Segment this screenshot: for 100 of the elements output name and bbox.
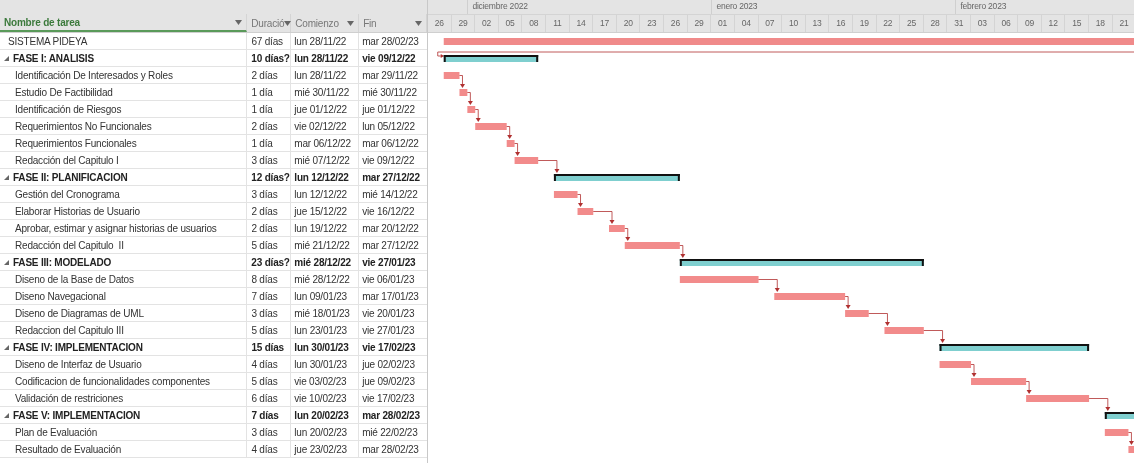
duration-cell-text: 8 días	[251, 272, 278, 287]
finish-date-cell-text: mié 30/11/22	[362, 85, 417, 100]
day-tick-label: 10	[788, 16, 798, 30]
link-arrow	[844, 296, 851, 309]
start-date-cell-text: lun 30/01/23	[294, 357, 347, 372]
start-date-cell-text: mar 06/12/22	[294, 136, 351, 151]
start-date-cell-text: vie 03/02/23	[294, 374, 347, 389]
task-name: FASE II: PLANIFICACION	[13, 170, 128, 185]
month-label: enero 2023	[716, 0, 758, 14]
day-tick-label: 06	[1001, 16, 1011, 30]
task-bar	[467, 106, 476, 113]
day-tick-label: 28	[930, 16, 940, 30]
day-tick-label: 25	[906, 16, 916, 30]
collapse-triangle-icon[interactable]	[4, 55, 9, 61]
start-date-cell-text: lun 28/11/22	[294, 51, 349, 66]
collapse-triangle-icon[interactable]	[4, 259, 9, 265]
duration-cell-text: 23 días?	[251, 255, 290, 270]
day-tick-label: 12	[1048, 16, 1058, 30]
duration-cell-text: 7 días	[251, 289, 278, 304]
link-arrow	[459, 75, 465, 88]
dropdown-caret-icon[interactable]	[415, 20, 422, 26]
task-bar	[443, 72, 460, 79]
collapse-triangle-icon[interactable]	[4, 412, 9, 418]
task-bar	[624, 242, 680, 249]
start-date-cell-text: lun 23/01/23	[294, 323, 347, 338]
collapse-triangle-icon[interactable]	[4, 174, 9, 180]
task-name: Plan de Evaluación	[15, 425, 97, 440]
duration-cell-text: 5 días	[251, 323, 278, 338]
column-header[interactable]: Comienzo	[291, 14, 360, 32]
task-bar	[845, 310, 869, 317]
task-name: Resultado de Evaluación	[15, 442, 122, 457]
day-tick-label: 03	[977, 16, 987, 30]
day-tick-label: 13	[812, 16, 822, 30]
finish-date-cell-text: mar 27/12/22	[362, 238, 419, 253]
start-date-cell-text: lun 28/11/22	[294, 34, 347, 49]
duration-cell-text: 4 días	[251, 357, 278, 372]
day-tick-label: 20	[623, 16, 633, 30]
finish-date-cell-text: vie 17/02/23	[362, 340, 416, 355]
link-arrow	[537, 160, 560, 173]
duration-cell-text: 2 días	[251, 204, 278, 219]
task-bar	[774, 293, 846, 300]
dropdown-caret-icon[interactable]	[347, 20, 355, 26]
day-tick-label: 17	[600, 16, 610, 30]
duration-cell-text: 3 días	[251, 306, 278, 321]
finish-date-cell-text: jue 01/12/22	[362, 102, 415, 117]
duration-cell-text: 2 días	[251, 119, 278, 134]
duration-cell-text: 1 día	[251, 85, 273, 100]
day-tick-label: 11	[553, 16, 562, 30]
duration-cell-text: 12 días?	[251, 170, 290, 185]
task-bar	[1104, 429, 1129, 436]
day-tick-label: 16	[836, 16, 846, 30]
start-date-cell-text: mié 30/11/22	[294, 85, 349, 100]
start-date-cell-text: lun 28/11/22	[294, 68, 347, 83]
finish-date-cell-text: vie 27/01/23	[362, 255, 416, 270]
finish-date-cell-text: mar 28/02/23	[362, 442, 419, 457]
day-tick-label: 08	[529, 16, 539, 30]
day-tick-label: 02	[482, 16, 492, 30]
finish-date-cell-text: vie 17/02/23	[362, 391, 415, 406]
column-header[interactable]: Nombre de tarea	[0, 14, 248, 32]
link-arrow	[679, 245, 686, 258]
duration-cell-text: 3 días	[251, 425, 278, 440]
link-arrow	[577, 194, 584, 207]
task-bar	[459, 89, 468, 96]
duration-cell-text: 15 días	[251, 340, 284, 355]
task-name: Elaborar Historias de Usuario	[15, 204, 140, 219]
task-name: Redacción del Capitulo I	[15, 153, 119, 168]
task-name: Aprobar, estimar y asignar historias de usuarios	[15, 221, 217, 236]
start-date-cell-text: mié 28/12/22	[294, 272, 350, 287]
link-arrow	[758, 279, 780, 292]
start-date-cell-text: vie 02/12/22	[294, 119, 347, 134]
collapse-triangle-icon[interactable]	[4, 344, 9, 350]
link-arrow	[624, 228, 631, 241]
task-name: Requerimientos No Funcionales	[15, 119, 152, 134]
link-arrow	[466, 92, 473, 105]
duration-cell-text: 1 día	[251, 102, 273, 117]
duration-cell-text: 5 días	[251, 238, 278, 253]
task-name: FASE I: ANALISIS	[13, 51, 94, 66]
task-bar	[475, 123, 507, 130]
column-header[interactable]: Fin	[359, 14, 427, 32]
task-name: Codificacion de funcionalidades componentes	[15, 374, 210, 389]
dropdown-caret-icon[interactable]	[284, 20, 292, 26]
column-header[interactable]: Duració	[247, 14, 292, 32]
link-arrow	[592, 211, 615, 224]
task-name: Redaccion del Capitulo III	[15, 323, 124, 338]
task-name: FASE IV: IMPLEMENTACION	[13, 340, 143, 355]
start-date-cell-text: lun 19/12/22	[294, 221, 347, 236]
finish-date-cell-text: mar 28/02/23	[362, 34, 419, 49]
finish-date-cell-text: mar 27/12/22	[362, 170, 420, 185]
duration-cell-text: 67 días	[251, 34, 283, 49]
link-arrow	[506, 126, 513, 139]
task-name: Identificación de Riesgos	[15, 102, 122, 117]
finish-date-cell-text: vie 06/01/23	[362, 272, 415, 287]
dropdown-caret-icon[interactable]	[235, 19, 243, 25]
duration-cell-text: 3 días	[251, 153, 278, 168]
start-date-cell-text: jue 23/02/23	[294, 442, 347, 457]
day-tick-label: 07	[765, 16, 775, 30]
day-tick-label: 19	[859, 16, 869, 30]
start-date-cell-text: mié 21/12/22	[294, 238, 350, 253]
finish-date-cell-text: mar 28/02/23	[362, 408, 420, 423]
day-tick-label: 01	[718, 16, 728, 30]
